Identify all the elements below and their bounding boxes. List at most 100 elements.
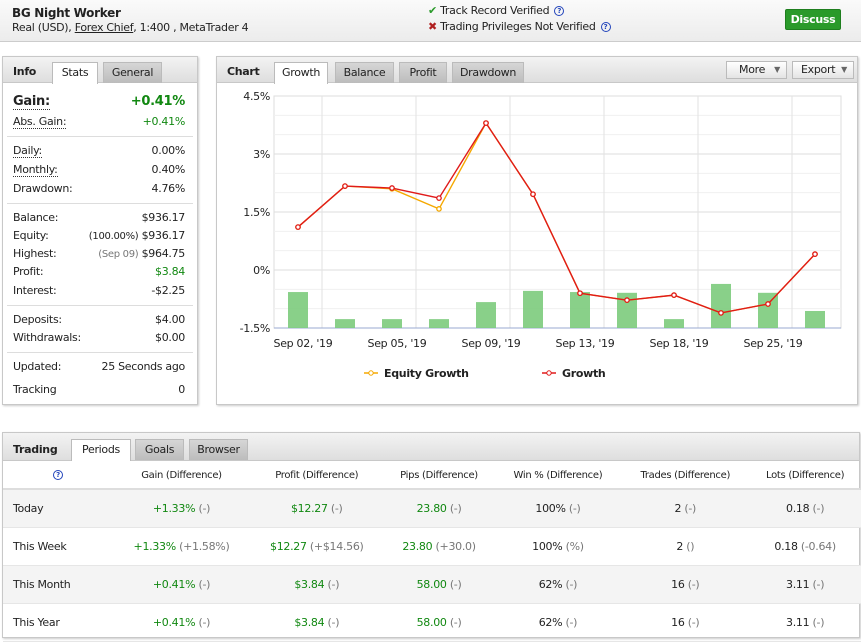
cell-value: 58.00 (416, 615, 447, 629)
gain-value: +0.41% (130, 94, 186, 109)
cell-difference: (-) (687, 577, 700, 591)
data-point (671, 292, 677, 298)
cell-value: $3.84 (294, 577, 325, 591)
y-tick-label: 4.5% (243, 90, 270, 103)
tab-periods[interactable]: Periods (71, 439, 131, 461)
data-point (577, 290, 583, 297)
profit-value: $3.84 (155, 265, 185, 278)
info-panel: Info Stats General Gain: +0.41% Abs. Gain… (2, 56, 198, 405)
table-cell: $3.84 (-) (250, 603, 384, 642)
gain-label: Gain: (13, 94, 50, 110)
help-icon[interactable]: ? (53, 470, 63, 480)
data-point (295, 224, 301, 230)
cell-value: +0.41% (152, 615, 196, 629)
cell-value: 2 (676, 539, 684, 553)
bar (805, 310, 825, 328)
abs-gain-label: Abs. Gain: (13, 115, 67, 129)
column-header: Gain (Difference) (113, 463, 250, 490)
highest-label: Highest: (13, 247, 57, 260)
tab-general[interactable]: General (103, 62, 162, 83)
table-cell: 62% (-) (494, 603, 622, 642)
period-label: This Year (3, 603, 113, 642)
interest-label: Interest: (13, 284, 57, 297)
cell-value: 0.18 (786, 501, 810, 515)
cell-difference: (-) (812, 577, 825, 591)
tab-browser[interactable]: Browser (189, 439, 248, 460)
tab-stats[interactable]: Stats (52, 62, 98, 84)
table-cell: 2 () (621, 527, 750, 566)
tab-periods-label: Periods (82, 443, 120, 456)
bar (523, 290, 543, 328)
cell-value: 16 (671, 577, 685, 591)
table-cell: 2 (-) (621, 489, 750, 528)
bar (476, 302, 496, 328)
equity-percent: (100.00%) (88, 231, 139, 242)
cell-difference: (+$14.56) (309, 539, 364, 553)
help-icon[interactable]: ? (554, 6, 565, 16)
interest-value: -$2.25 (151, 284, 185, 297)
legend-marker (546, 370, 552, 376)
data-point (812, 251, 818, 257)
table-cell: $12.27 (-) (250, 489, 384, 528)
track-record-status: ✔ Track Record Verified? (428, 4, 565, 17)
cell-value: 3.11 (786, 615, 810, 629)
cell-difference: (-) (565, 615, 578, 629)
cell-difference: (-) (684, 501, 697, 515)
daily-label: Daily: (13, 144, 42, 158)
deposits-value: $4.00 (155, 313, 185, 326)
legend-label: Equity Growth (384, 367, 469, 380)
cell-value: $12.27 (270, 539, 307, 553)
cell-difference: (-) (568, 501, 581, 515)
cell-value: $12.27 (290, 501, 328, 515)
table-cell: +1.33% (-) (113, 489, 250, 528)
account-header: BG Night Worker Real (USD), Forex Chief,… (0, 0, 861, 42)
table-cell: 62% (-) (494, 565, 622, 604)
help-icon[interactable]: ? (600, 22, 611, 32)
data-point (342, 183, 348, 189)
table-cell: 0.18 (-) (749, 489, 861, 528)
cell-value: 16 (671, 615, 685, 629)
system-title: BG Night Worker (12, 6, 121, 20)
cell-difference: () (686, 539, 695, 553)
discuss-button[interactable]: Discuss (785, 9, 841, 30)
cell-value: 23.80 (416, 501, 447, 515)
periods-table: ? Gain (Difference) Profit (Difference) Pi… (3, 463, 861, 642)
x-tick-label: Sep 09, '19 (462, 337, 521, 350)
bar (664, 319, 684, 328)
trading-panel: Trading Periods Goals Browser ? Gain (Di… (2, 432, 861, 642)
data-point (624, 297, 630, 304)
updated-label: Updated: (13, 360, 62, 373)
y-tick-label: -1.5% (240, 322, 270, 335)
table-cell: 100% (%) (494, 527, 622, 566)
data-point (765, 301, 771, 307)
balance-label: Balance: (13, 211, 59, 224)
data-point (718, 310, 724, 316)
bar (758, 292, 778, 328)
tracking-label: Tracking (13, 383, 57, 396)
broker-link[interactable]: Forex Chief (75, 21, 134, 34)
balance-value: $936.17 (141, 211, 186, 224)
cross-icon: ✖ (428, 20, 437, 33)
column-header: Pips (Difference) (383, 463, 495, 490)
account-type: Real (USD), (12, 21, 72, 34)
bar (335, 319, 355, 328)
table-cell: $3.84 (-) (250, 565, 384, 604)
withdrawals-label: Withdrawals: (13, 331, 81, 344)
tab-goals[interactable]: Goals (135, 439, 184, 460)
period-label: This Month (3, 565, 113, 604)
cell-difference: (+30.0) (435, 539, 477, 553)
table-cell: 58.00 (-) (383, 565, 495, 604)
cell-value: 62% (538, 615, 563, 629)
bar (429, 319, 449, 328)
cell-difference: (-) (449, 615, 462, 629)
table-row: Today +1.33% (-) $12.27 (-) 23.80 (-) 100% (… (3, 489, 861, 528)
cell-value: 23.80 (402, 539, 433, 553)
help-column: ? (3, 463, 113, 490)
column-header: Trades (Difference) (621, 463, 750, 490)
cell-value: 3.11 (786, 577, 810, 591)
deposits-label: Deposits: (13, 313, 62, 326)
divider (7, 136, 193, 137)
divider (7, 352, 193, 353)
column-header: Lots (Difference) (749, 463, 861, 490)
table-row: This Week +1.33% (+1.58%) $12.27 (+$14.56)… (3, 527, 861, 566)
